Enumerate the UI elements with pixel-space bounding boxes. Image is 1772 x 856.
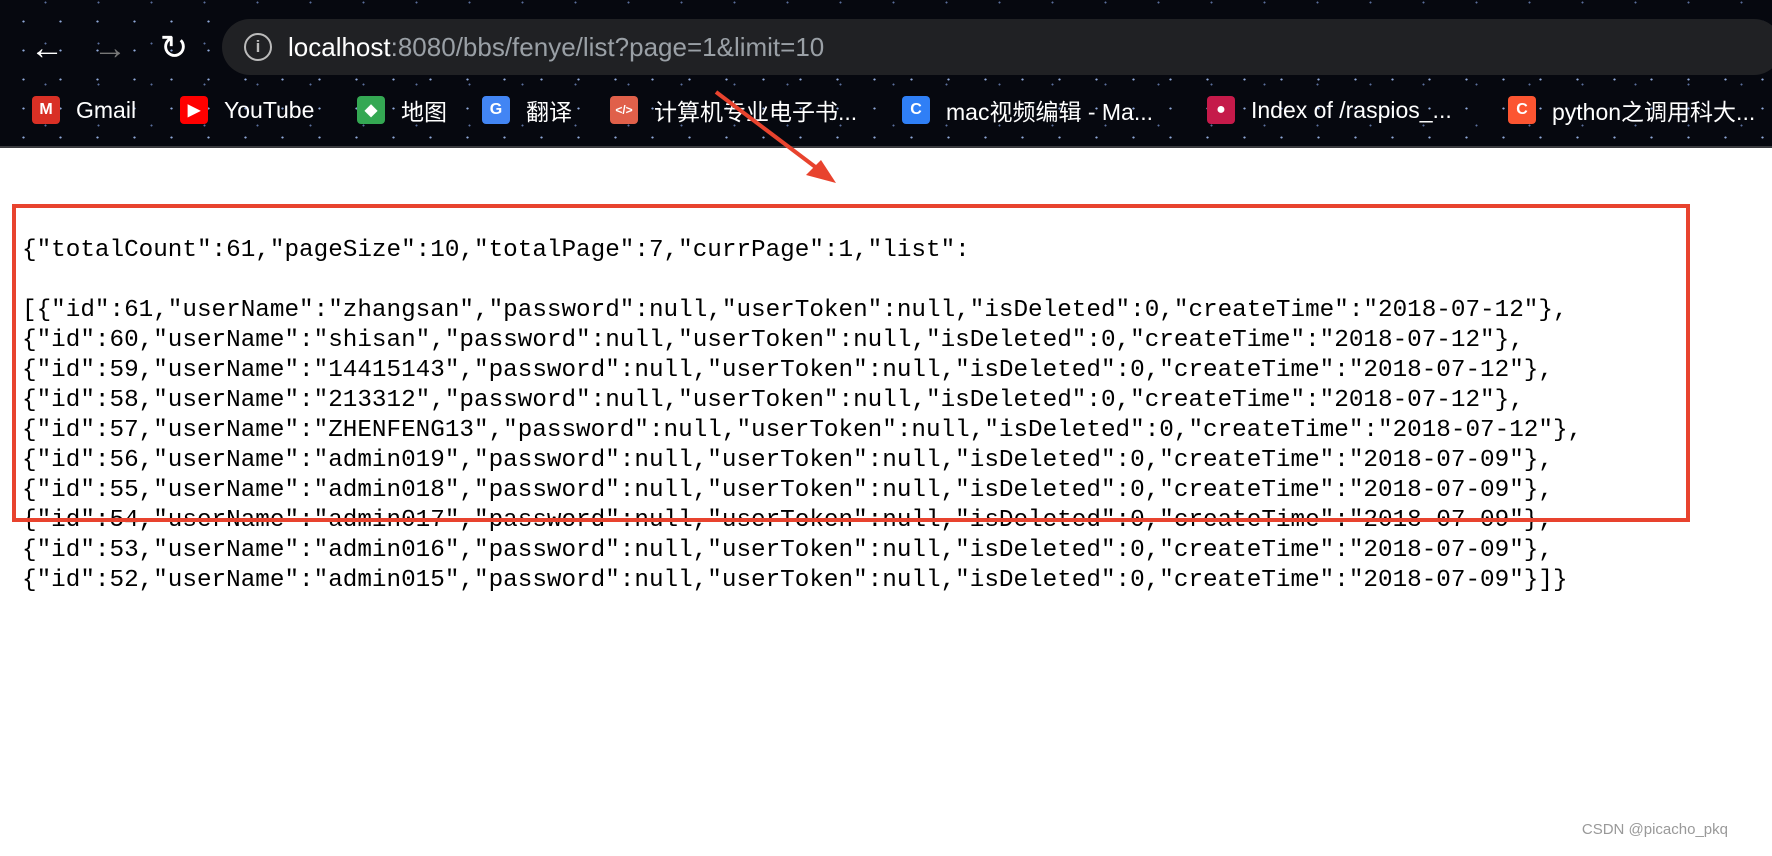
arrow-line (714, 90, 824, 174)
watermark: CSDN @picacho_pkq (1581, 821, 1728, 838)
annotation-arrow (714, 90, 836, 183)
